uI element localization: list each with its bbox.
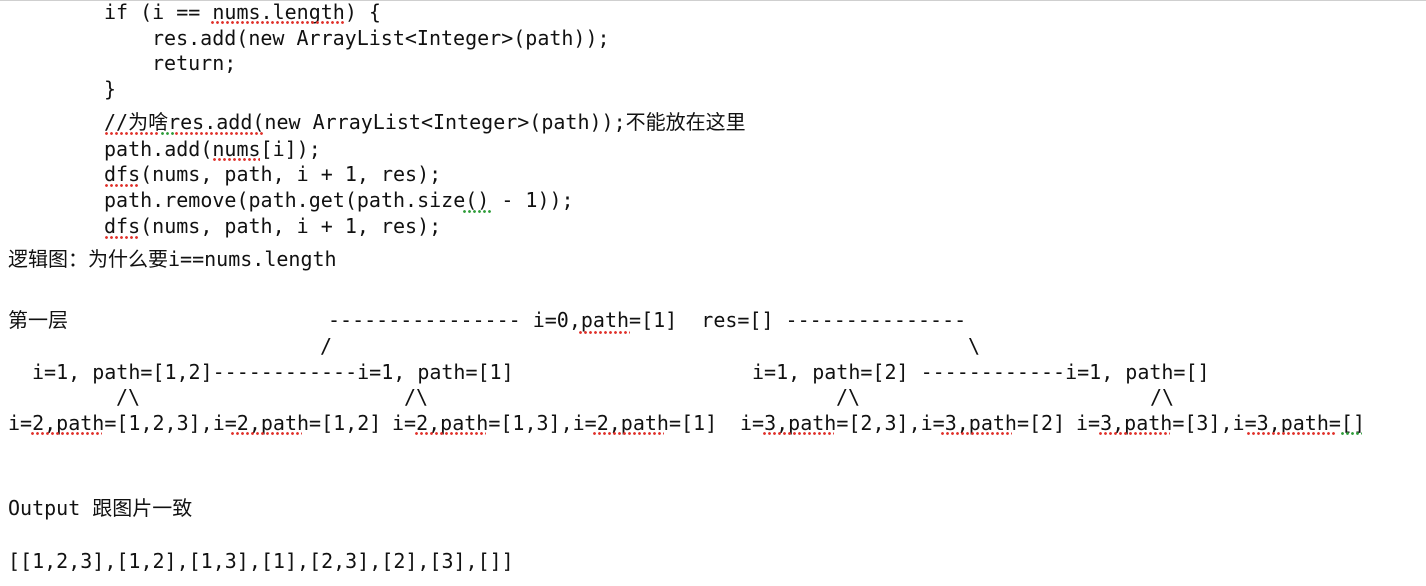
spell-underline <box>104 184 140 187</box>
spell-underline <box>940 432 1012 435</box>
grammar-underline <box>160 132 174 135</box>
tree-edge-right: \ <box>968 334 981 358</box>
tree-branch: /\ <box>404 385 429 409</box>
spell-underline <box>104 132 160 135</box>
code-line: return; <box>152 51 237 75</box>
output-label: Output 跟图片一致 <box>8 496 193 520</box>
grammar-underline <box>1340 432 1362 435</box>
spell-underline <box>592 432 664 435</box>
spell-underline <box>414 432 486 435</box>
tree-branch: /\ <box>836 385 861 409</box>
spell-underline <box>762 432 834 435</box>
spell-underline <box>30 432 102 435</box>
tree-level1-left: i=1, path=[1,2]------------i=1, path=[1] <box>32 360 514 384</box>
spell-underline <box>212 158 260 161</box>
tree-branch: /\ <box>1150 385 1175 409</box>
level-label: 第一层 <box>8 308 68 332</box>
code-line: res.add(new ArrayList<Integer>(path)); <box>152 26 610 50</box>
tree-branch: /\ <box>116 385 141 409</box>
logic-heading: 逻辑图：为什么要i==nums.length <box>8 247 337 271</box>
output-value: [[1,2,3],[1,2],[1,3],[1],[2,3],[2],[3],[… <box>8 549 514 573</box>
code-line: } <box>104 77 117 101</box>
spell-underline <box>210 21 346 24</box>
tree-root: ---------------- i=0,path=[1] res=[] ---… <box>328 308 967 332</box>
grammar-underline <box>462 210 492 213</box>
spell-underline <box>230 432 302 435</box>
spell-underline <box>578 331 630 334</box>
tree-edge-left: / <box>320 334 333 358</box>
code-line: path.remove(path.get(path.size() - 1)); <box>104 188 574 212</box>
code-comment: //为啥res.add(new ArrayList<Integer>(path)… <box>104 110 746 134</box>
code-line: dfs(nums, path, i + 1, res); <box>104 214 442 238</box>
tree-level1-right: i=1, path=[2] ------------i=1, path=[] <box>752 360 1210 384</box>
code-line: dfs(nums, path, i + 1, res); <box>104 162 442 186</box>
spell-underline <box>1098 432 1170 435</box>
spell-underline <box>104 236 140 239</box>
spell-underline <box>174 132 264 135</box>
spell-underline <box>1246 432 1336 435</box>
